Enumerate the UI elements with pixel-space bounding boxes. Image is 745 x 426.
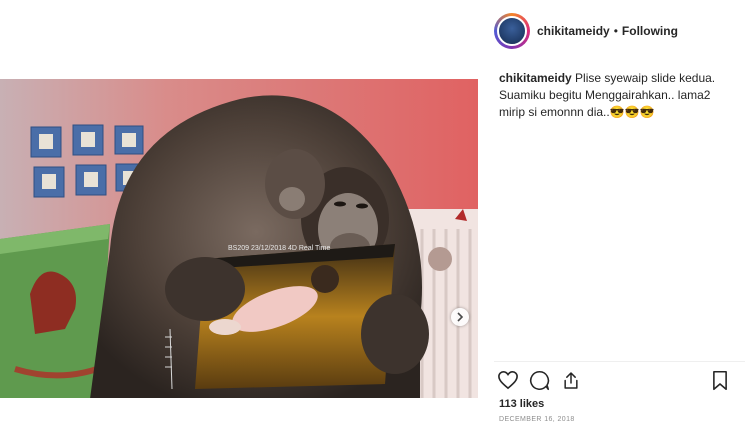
- heart-icon: [498, 370, 518, 390]
- avatar-ring[interactable]: [494, 13, 530, 49]
- header-separator: •: [613, 24, 618, 38]
- like-button[interactable]: [497, 370, 519, 395]
- post-photo-illustration: BS209 23/12/2018 4D Real Time: [0, 79, 478, 398]
- photo-overlay-text: BS209 23/12/2018 4D Real Time: [228, 245, 330, 252]
- save-button[interactable]: [711, 370, 729, 396]
- avatar[interactable]: [497, 16, 527, 46]
- comment-icon: [529, 370, 550, 391]
- caption: chikitameidy Plise syewaip slide kedua. …: [499, 70, 731, 121]
- next-slide-button[interactable]: [451, 308, 469, 326]
- header-username[interactable]: chikitameidy: [537, 24, 610, 38]
- post-header: chikitameidy • Following: [494, 10, 745, 52]
- share-icon: [564, 372, 578, 389]
- post-date[interactable]: DECEMBER 16, 2018: [499, 416, 575, 423]
- caption-username[interactable]: chikitameidy: [499, 71, 572, 85]
- action-bar: [497, 370, 732, 392]
- likes-count[interactable]: 113 likes: [499, 398, 544, 410]
- post-photo[interactable]: BS209 23/12/2018 4D Real Time: [0, 79, 478, 398]
- comment-button[interactable]: [529, 370, 550, 396]
- divider: [494, 361, 745, 362]
- bookmark-icon: [713, 370, 727, 391]
- following-button[interactable]: Following: [622, 24, 678, 38]
- share-button[interactable]: [561, 370, 581, 396]
- chevron-right-icon: [457, 312, 464, 322]
